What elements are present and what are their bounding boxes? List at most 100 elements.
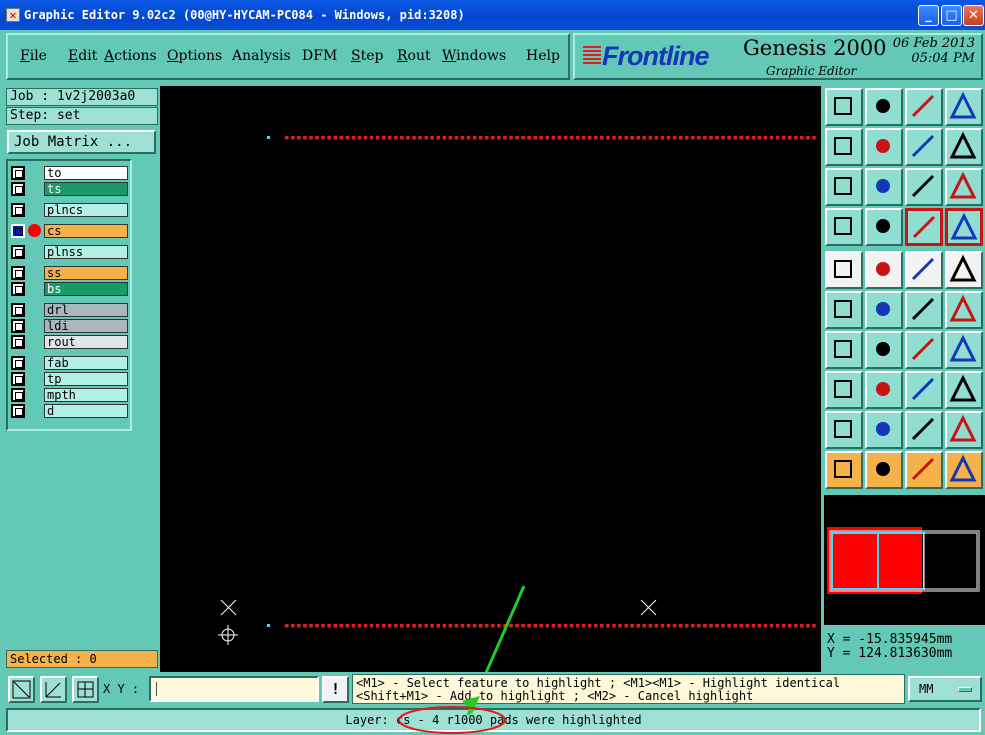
add-pad-button[interactable] xyxy=(825,251,863,289)
layer-row-cs[interactable]: cs xyxy=(11,224,128,238)
layer-display-checkbox[interactable] xyxy=(11,388,25,402)
scale-one-to-one-button[interactable] xyxy=(905,168,943,206)
layer-display-checkbox[interactable] xyxy=(11,224,25,238)
menu-analysis[interactable]: Analysis xyxy=(232,48,291,64)
zoom-home-button[interactable] xyxy=(825,88,863,126)
layer-display-checkbox[interactable] xyxy=(11,245,25,259)
pan-left-button[interactable] xyxy=(825,128,863,166)
donut-pad-button[interactable] xyxy=(945,251,983,289)
layer-row-plnss[interactable]: plnss xyxy=(11,245,128,259)
layer-display-checkbox[interactable] xyxy=(11,182,25,196)
layer-row-ts[interactable]: ts xyxy=(11,182,128,196)
menu-actions[interactable]: Actions xyxy=(104,48,157,64)
layer-row-to[interactable]: to xyxy=(11,166,128,180)
layer-display-checkbox[interactable] xyxy=(11,356,25,370)
layer-row-d[interactable]: d xyxy=(11,404,128,418)
layer-row-drl[interactable]: drl xyxy=(11,303,128,317)
highlight-layers-button[interactable] xyxy=(905,208,943,246)
layer-display-checkbox[interactable] xyxy=(11,319,25,333)
layer-display-checkbox[interactable] xyxy=(11,335,25,349)
pad-select-button[interactable] xyxy=(825,371,863,409)
layer-row-rout[interactable]: rout xyxy=(11,335,128,349)
layer-name[interactable]: d xyxy=(44,404,128,418)
layer-name[interactable]: to xyxy=(44,166,128,180)
maximize-button[interactable]: □ xyxy=(941,5,962,26)
highlight-select-button[interactable] xyxy=(945,208,983,246)
layer-name[interactable]: ldi xyxy=(44,319,128,333)
triangle-cross-button[interactable] xyxy=(945,411,983,449)
layer-display-checkbox[interactable] xyxy=(11,282,25,296)
layer-name[interactable]: cs xyxy=(44,224,128,238)
fit-profile-button[interactable] xyxy=(865,168,903,206)
select-box-button[interactable] xyxy=(865,451,903,489)
help-question-button[interactable] xyxy=(945,168,983,206)
zoom-area-button[interactable] xyxy=(8,676,35,703)
layer-row-ss[interactable]: ss xyxy=(11,266,128,280)
layer-name[interactable]: rout xyxy=(44,335,128,349)
menu-file[interactable]: File xyxy=(20,48,47,64)
snap-button[interactable] xyxy=(945,128,983,166)
layer-display-checkbox[interactable] xyxy=(11,266,25,280)
layer-name[interactable]: plnss xyxy=(44,245,128,259)
layer-row-fab[interactable]: fab xyxy=(11,356,128,370)
menu-help[interactable]: Help xyxy=(526,48,560,64)
add-surface-button[interactable] xyxy=(865,251,903,289)
triangle-move-button[interactable] xyxy=(905,411,943,449)
layer-row-ldi[interactable]: ldi xyxy=(11,319,128,333)
arc-tool-button[interactable] xyxy=(905,331,943,369)
close-button[interactable]: ✕ xyxy=(963,5,984,26)
menu-options[interactable]: Options xyxy=(167,48,222,64)
grid-button[interactable] xyxy=(865,208,903,246)
menu-edit[interactable]: Edit xyxy=(68,48,97,64)
diagonal-line-button[interactable] xyxy=(865,331,903,369)
angle-line-button[interactable] xyxy=(825,331,863,369)
add-line-end-button[interactable] xyxy=(945,291,983,329)
select-circle-button[interactable] xyxy=(905,451,943,489)
triangle-up-button[interactable] xyxy=(865,411,903,449)
job-matrix-button[interactable]: Job Matrix ... xyxy=(7,130,156,154)
line-break-button[interactable] xyxy=(865,371,903,409)
layer-display-checkbox[interactable] xyxy=(11,166,25,180)
select-net-button[interactable] xyxy=(945,451,983,489)
window-tile-button[interactable] xyxy=(945,88,983,126)
menu-windows[interactable]: Windows xyxy=(442,48,506,64)
triangle-edit-button[interactable] xyxy=(825,411,863,449)
graphic-canvas[interactable] xyxy=(160,86,821,699)
zoom-out-button[interactable] xyxy=(865,88,903,126)
menu-step[interactable]: Step xyxy=(351,48,383,64)
layer-name[interactable]: plncs xyxy=(44,203,128,217)
delete-node-button[interactable] xyxy=(865,291,903,329)
layer-display-checkbox[interactable] xyxy=(11,372,25,386)
layer-name[interactable]: bs xyxy=(44,282,128,296)
home-view-button[interactable] xyxy=(905,88,943,126)
layer-row-bs[interactable]: bs xyxy=(11,282,128,296)
overview-preview[interactable] xyxy=(824,495,985,625)
ruler-button[interactable] xyxy=(905,251,943,289)
layer-name[interactable]: fab xyxy=(44,356,128,370)
xy-input[interactable] xyxy=(149,676,319,702)
layer-row-mpth[interactable]: mpth xyxy=(11,388,128,402)
units-selector[interactable]: MM xyxy=(908,676,982,702)
layer-name[interactable]: drl xyxy=(44,303,128,317)
layer-name[interactable]: ss xyxy=(44,266,128,280)
layer-name[interactable]: ts xyxy=(44,182,128,196)
layer-row-tp[interactable]: tp xyxy=(11,372,128,386)
text-tool-button[interactable] xyxy=(945,331,983,369)
layer-name[interactable]: tp xyxy=(44,372,128,386)
fit-all-button[interactable] xyxy=(825,168,863,206)
copy-pads-button[interactable] xyxy=(945,371,983,409)
pointer-button[interactable] xyxy=(825,451,863,489)
grid-toggle-button[interactable] xyxy=(72,676,99,703)
layer-display-checkbox[interactable] xyxy=(11,404,25,418)
pan-right-button[interactable] xyxy=(865,128,903,166)
add-line-button[interactable] xyxy=(905,291,943,329)
redraw-button[interactable] xyxy=(905,128,943,166)
connect-nodes-button[interactable] xyxy=(825,291,863,329)
measure-button[interactable] xyxy=(40,676,67,703)
info-button[interactable]: ! xyxy=(322,676,349,703)
layer-name[interactable]: mpth xyxy=(44,388,128,402)
menu-rout[interactable]: Rout xyxy=(397,48,431,64)
menu-dfm[interactable]: DFM xyxy=(302,48,337,64)
layer-display-checkbox[interactable] xyxy=(11,303,25,317)
minimize-button[interactable]: _ xyxy=(918,5,939,26)
